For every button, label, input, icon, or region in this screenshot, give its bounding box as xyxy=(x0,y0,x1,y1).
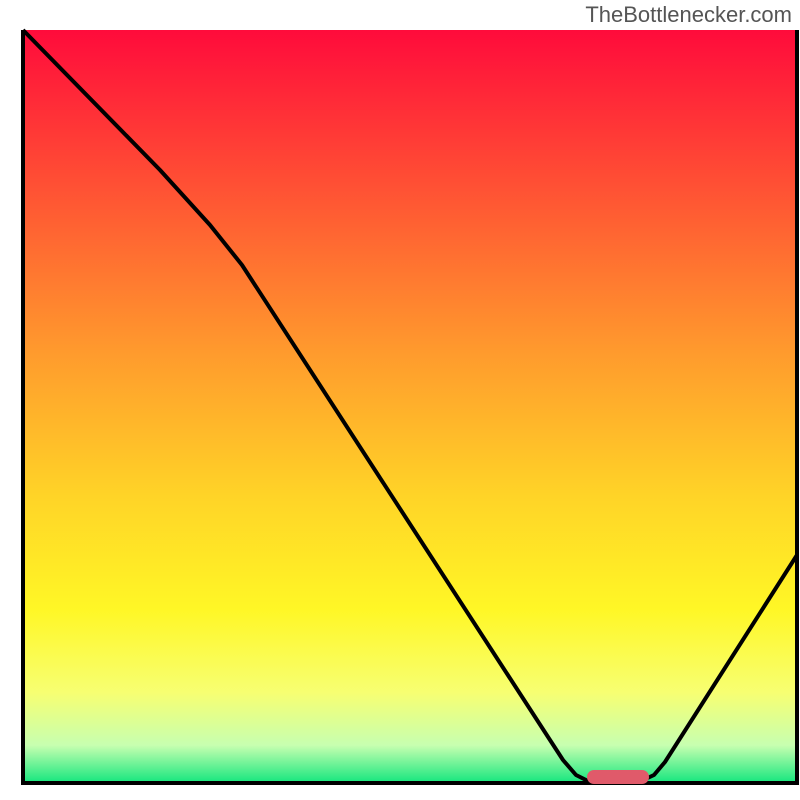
chart-svg xyxy=(0,0,800,800)
attribution-label: TheBottlenecker.com xyxy=(585,2,792,28)
bottleneck-chart: TheBottlenecker.com xyxy=(0,0,800,800)
chart-background xyxy=(23,30,797,783)
